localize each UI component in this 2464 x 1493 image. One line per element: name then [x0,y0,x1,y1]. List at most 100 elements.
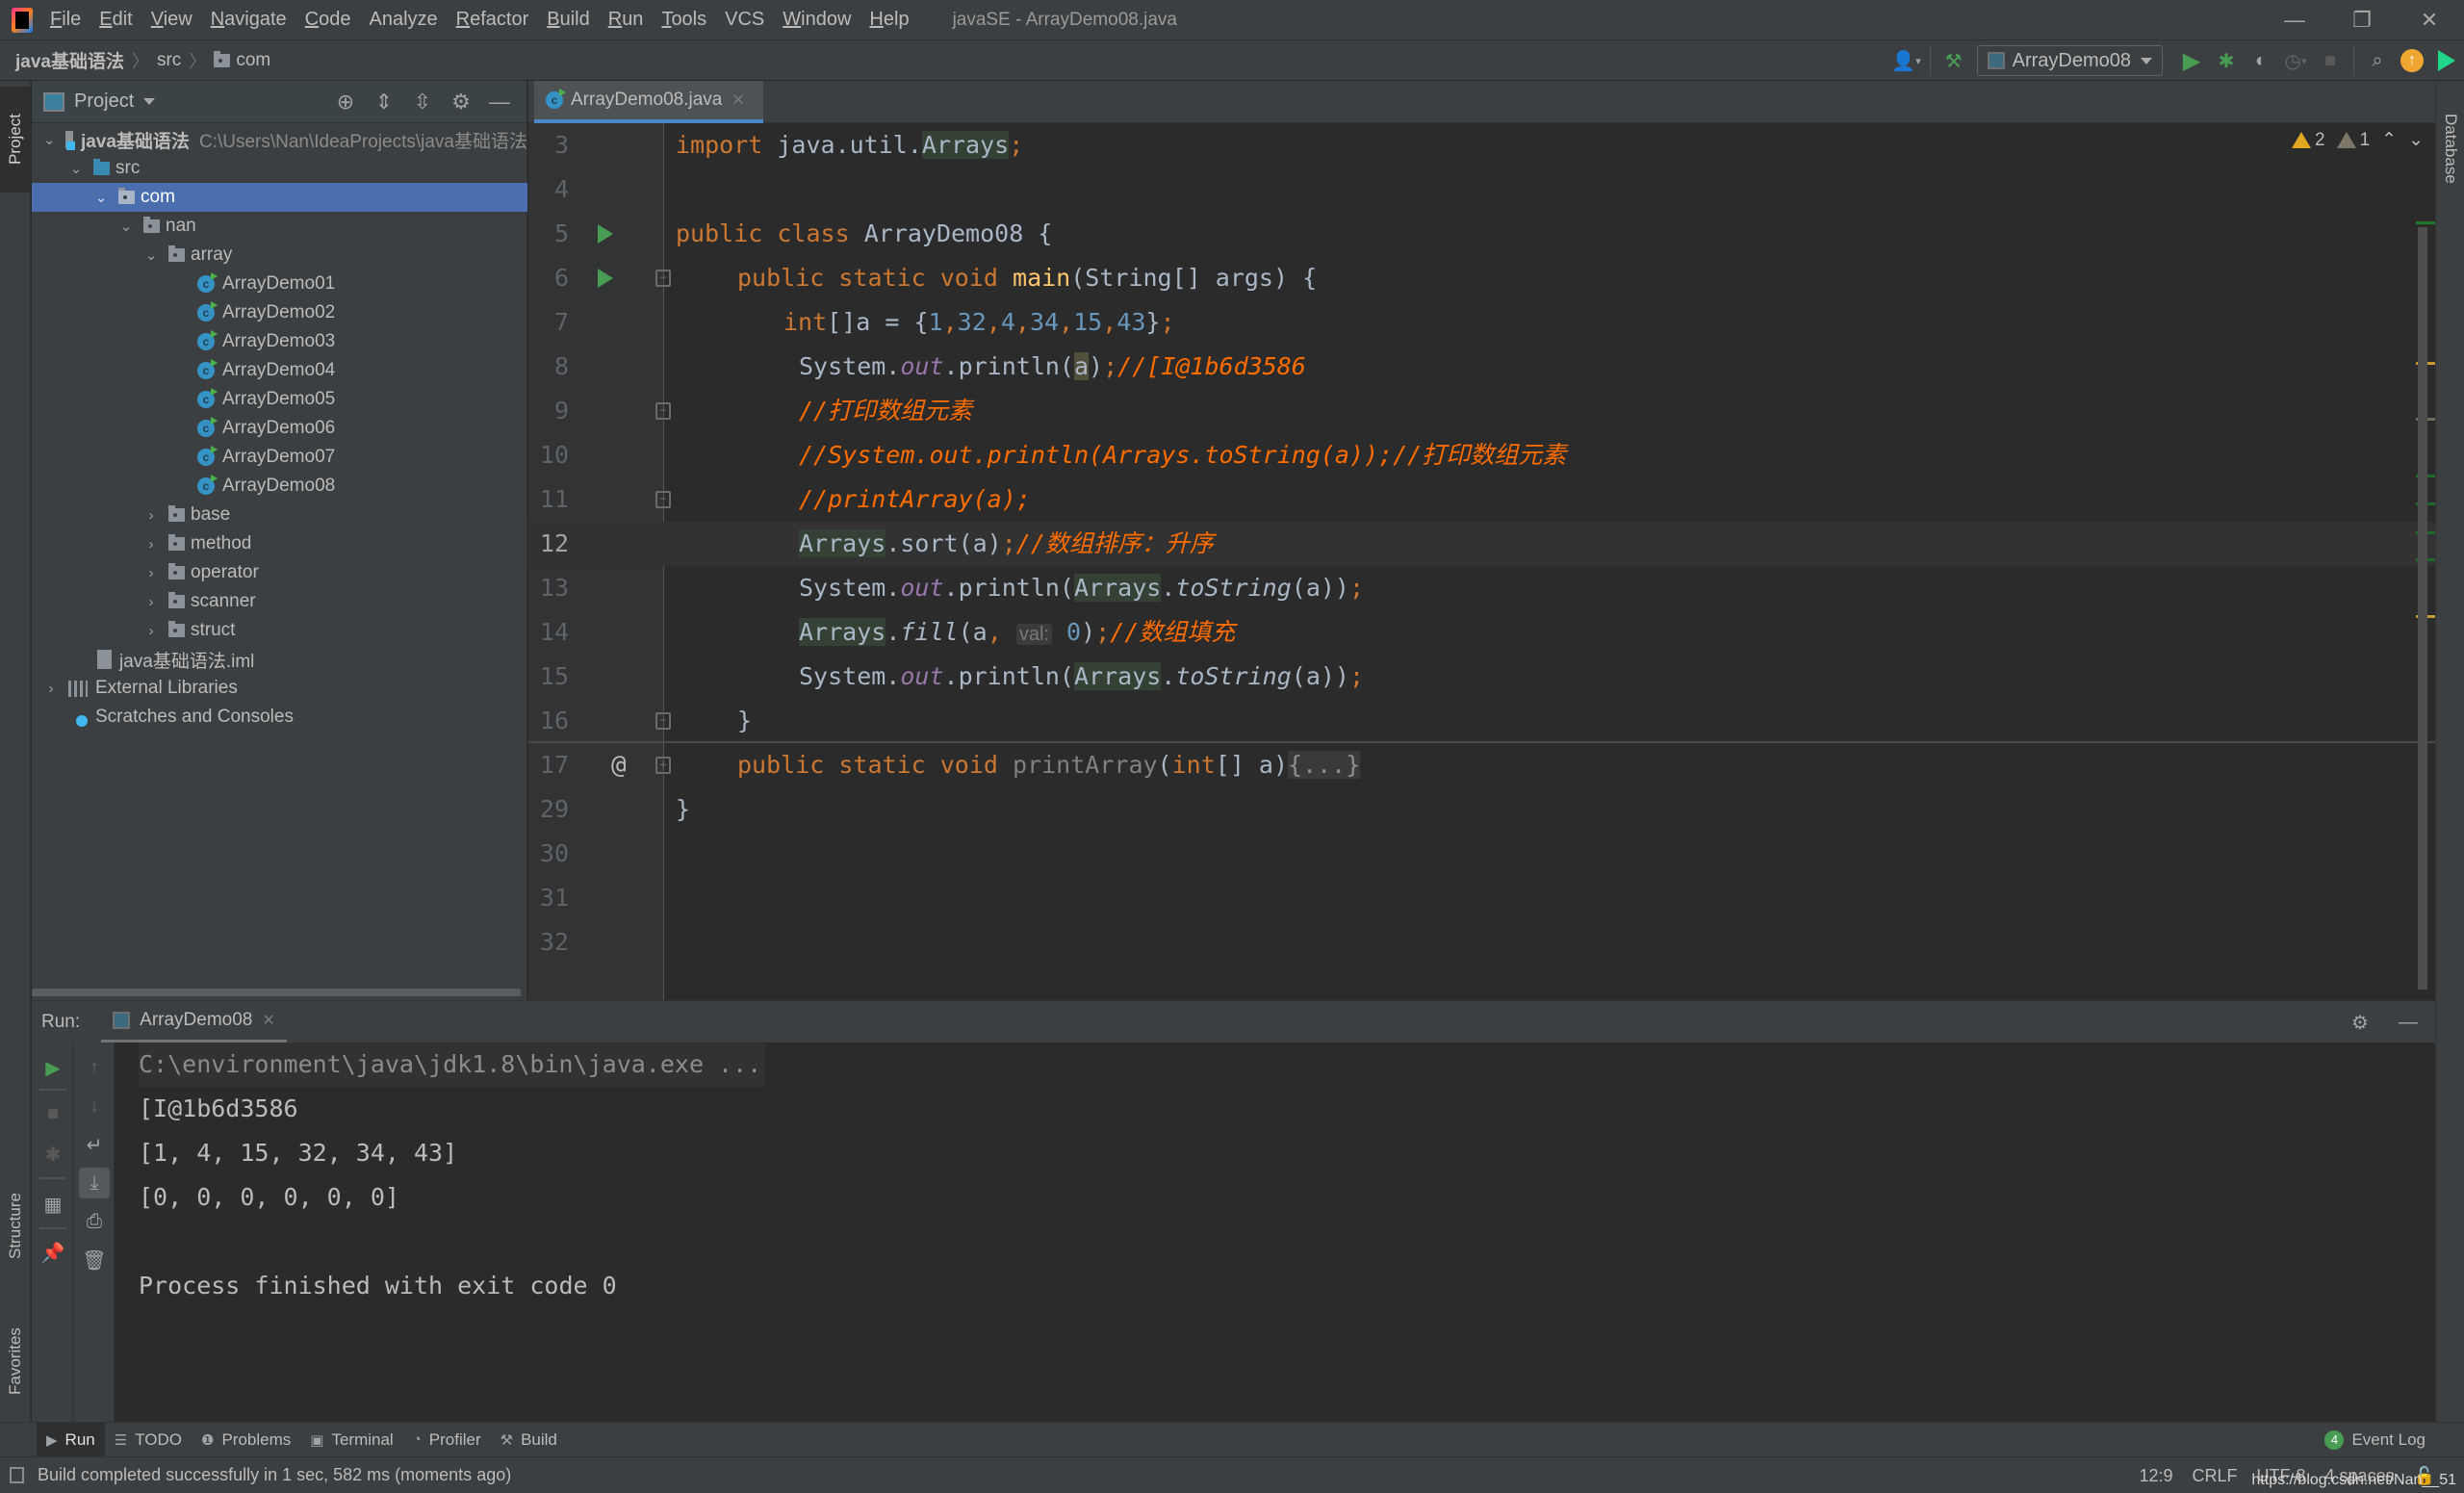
console-command-line[interactable]: C:\environment\java\jdk1.8\bin\java.exe … [139,1043,766,1087]
event-log-button[interactable]: 4 Event Log [2324,1423,2426,1457]
database-tool-tab[interactable]: Database [2436,90,2464,206]
tree-item-operator[interactable]: › operator [32,558,527,587]
menu-help[interactable]: Help [869,9,909,31]
tool-tab-todo[interactable]: ☰ TODO [105,1423,192,1457]
chevron-right-icon[interactable]: › [43,681,59,697]
tree-item-class[interactable]: c ArrayDemo06 [32,414,527,443]
expand-fold-icon[interactable]: + [655,757,671,774]
pin-tab-button[interactable]: 📌 [38,1237,68,1268]
expand-all-button[interactable]: ⇕ [370,88,398,116]
scroll-to-end-button[interactable]: ⤓ [79,1168,110,1198]
build-button[interactable]: ⚒ [1939,46,1968,75]
menu-view[interactable]: View [151,9,192,31]
fold-icon[interactable]: − [655,402,671,420]
tree-item-class[interactable]: c ArrayDemo02 [32,298,527,327]
tree-item-method[interactable]: › method [32,529,527,558]
breadcrumb-project[interactable]: java基础语法 [15,47,124,73]
line-separator[interactable]: CRLF [2193,1466,2238,1486]
code-editor[interactable]: 3 import java.util.Arrays; 4 5 public cl… [528,123,2435,1000]
tree-item-class[interactable]: c ArrayDemo04 [32,356,527,385]
chevron-right-icon[interactable]: › [143,623,159,639]
chevron-right-icon[interactable]: › [143,536,159,553]
tab-arraydemo08[interactable]: c ArrayDemo08.java ✕ [534,81,763,123]
hide-run-panel-button[interactable]: — [2394,1008,2423,1037]
close-tab-icon[interactable]: ✕ [262,1011,274,1030]
toolbox-button[interactable] [2432,46,2461,75]
tree-item-project-root[interactable]: ⌄ java基础语法 C:\Users\Nan\IdeaProjects\jav… [32,125,527,154]
coverage-button[interactable]: ◐ [2246,46,2275,75]
toggle-tool-windows-icon[interactable] [10,1467,24,1483]
run-tab-arraydemo08[interactable]: ArrayDemo08 ✕ [101,1001,287,1043]
chevron-down-icon[interactable]: ⌄ [118,218,134,235]
status-message[interactable]: Build completed successfully in 1 sec, 5… [38,1465,511,1485]
clear-all-button[interactable]: 🗑 [79,1245,110,1275]
menu-navigate[interactable]: Navigate [211,9,287,31]
fold-icon[interactable]: − [655,712,671,730]
console-output[interactable]: C:\environment\java\jdk1.8\bin\java.exe … [115,1043,2435,1422]
menu-window[interactable]: Window [783,9,851,31]
tool-tab-build[interactable]: ⚒ Build [491,1423,567,1457]
collapse-all-button[interactable]: ⇳ [408,88,437,116]
run-class-icon[interactable] [598,224,613,244]
close-tab-icon[interactable]: ✕ [732,90,744,110]
chevron-right-icon[interactable]: › [143,565,159,581]
restore-button[interactable]: ❐ [2335,0,2389,40]
chevron-down-icon[interactable]: ⌄ [143,246,159,264]
tool-tab-terminal[interactable]: ▣ Terminal [300,1423,402,1457]
tree-item-class[interactable]: c ArrayDemo01 [32,270,527,298]
fold-icon[interactable]: − [655,270,671,287]
tree-item-base[interactable]: › base [32,501,527,529]
tree-item-class[interactable]: c ArrayDemo07 [32,443,527,472]
chevron-down-icon[interactable]: ⌄ [43,131,56,148]
chevron-down-icon[interactable]: ⌄ [93,189,109,206]
vcs-user-button[interactable]: 👤 ▾ [1891,46,1920,75]
restart-debug-button[interactable]: ✱ [38,1139,68,1170]
warnings-count[interactable]: 2 [2292,130,2325,151]
up-stack-button[interactable]: ↑ [79,1052,110,1083]
layout-button[interactable]: ▦ [38,1189,68,1220]
soft-wrap-button[interactable]: ↵ [79,1129,110,1160]
breadcrumb-src[interactable]: src [157,50,181,71]
hide-panel-button[interactable]: — [485,88,514,116]
down-stack-button[interactable]: ↓ [79,1091,110,1121]
editor-vertical-scrollbar[interactable] [2418,227,2427,990]
weak-warnings-count[interactable]: 1 [2336,130,2370,151]
project-view-selector[interactable]: Project [74,90,134,113]
tree-item-scanner[interactable]: › scanner [32,587,527,616]
tree-item-iml[interactable]: java基础语法.iml [32,645,527,674]
print-button[interactable]: ⎙ [79,1206,110,1237]
tool-tab-profiler[interactable]: ◔ Profiler [403,1423,491,1457]
update-button[interactable]: ↑ [2398,46,2426,75]
tree-item-nan[interactable]: ⌄ nan [32,212,527,241]
menu-vcs[interactable]: VCS [725,9,764,31]
tree-item-struct[interactable]: › struct [32,616,527,645]
favorites-tool-tab[interactable]: Favorites [0,1303,31,1419]
menu-analyze[interactable]: Analyze [369,9,437,31]
tree-item-external-libraries[interactable]: › External Libraries [32,674,527,703]
stop-button[interactable]: ■ [38,1098,68,1129]
close-button[interactable]: ✕ [2402,0,2456,40]
project-horizontal-scrollbar[interactable] [32,989,521,996]
locate-file-button[interactable]: ⊕ [331,88,360,116]
settings-button[interactable]: ⚙ [447,88,475,116]
tree-item-scratches[interactable]: Scratches and Consoles [32,703,527,732]
chevron-right-icon[interactable]: › [143,594,159,610]
tree-item-class[interactable]: c ArrayDemo03 [32,327,527,356]
breadcrumb-com[interactable]: com [236,50,270,71]
tree-item-class[interactable]: c ArrayDemo05 [32,385,527,414]
menu-tools[interactable]: Tools [661,9,706,31]
tree-item-class[interactable]: c ArrayDemo08 [32,472,527,501]
menu-edit[interactable]: Edit [99,9,132,31]
menu-refactor[interactable]: Refactor [456,9,529,31]
caret-position[interactable]: 12:9 [2139,1466,2172,1486]
rerun-button[interactable]: ▶ [38,1052,68,1083]
tree-item-array[interactable]: ⌄ array [32,241,527,270]
chevron-down-icon[interactable]: ⌄ [68,160,84,177]
minimize-button[interactable]: — [2268,0,2322,40]
run-configuration-select[interactable]: ArrayDemo08 [1976,45,2163,76]
menu-run[interactable]: Run [608,9,644,31]
tool-tab-problems[interactable]: ❶ Problems [192,1423,300,1457]
run-button[interactable]: ▶ [2177,46,2206,75]
run-method-icon[interactable] [598,269,613,288]
chevron-right-icon[interactable]: › [143,507,159,524]
